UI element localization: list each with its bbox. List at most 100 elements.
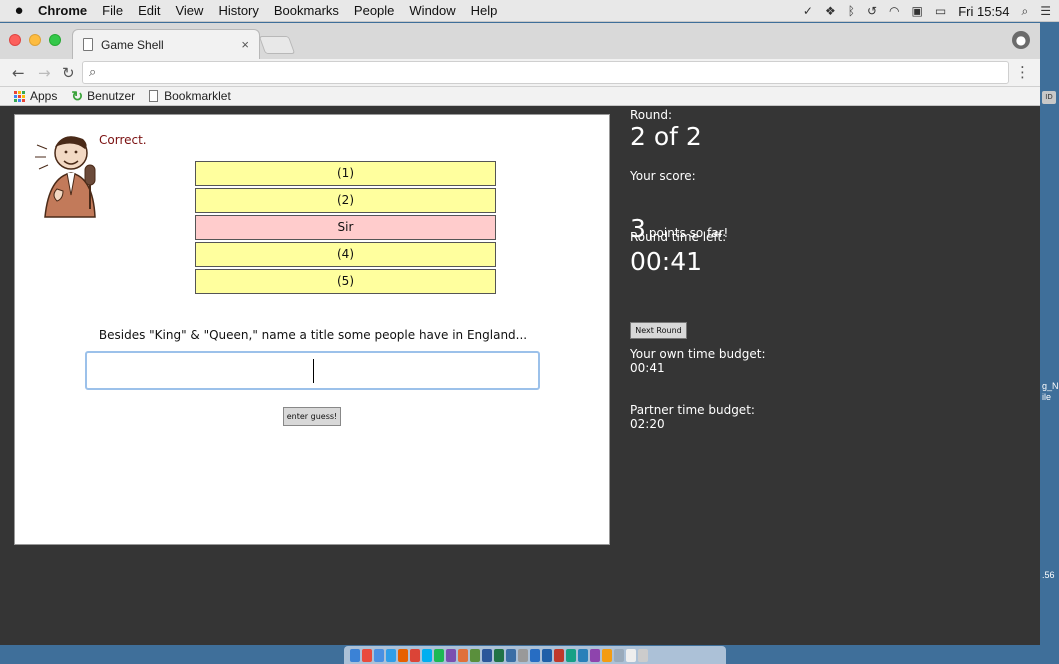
desktop-fragment-text: ile xyxy=(1042,392,1052,402)
menu-people[interactable]: People xyxy=(354,3,394,18)
apple-menu-icon[interactable]: ● xyxy=(0,2,38,19)
mail-icon[interactable] xyxy=(374,648,384,662)
app-icon[interactable] xyxy=(458,648,468,662)
app-icon[interactable] xyxy=(566,648,576,662)
bookmarks-bar: Apps ↻ Benutzer Bookmarklet xyxy=(0,87,1040,106)
battery-icon[interactable]: ▭ xyxy=(935,4,946,18)
forward-arrow-icon[interactable]: → xyxy=(38,64,51,82)
spotlight-search-icon[interactable]: ⌕ xyxy=(1022,4,1029,19)
safari-icon[interactable] xyxy=(386,648,396,662)
app-icon[interactable] xyxy=(518,648,528,662)
enter-guess-button[interactable]: enter guess! xyxy=(283,407,341,426)
menu-bookmarks[interactable]: Bookmarks xyxy=(274,3,339,18)
tab-strip: Game Shell × ● xyxy=(0,23,1040,59)
page-content: Correct. (1) (2) Sir (4) (5) Besides "Ki… xyxy=(0,106,1040,645)
menu-history[interactable]: History xyxy=(218,3,258,18)
mac-menu-bar: ● Chrome File Edit View History Bookmark… xyxy=(0,0,1059,22)
partner-budget-label: Partner time budget: xyxy=(630,403,755,417)
profile-icon[interactable]: ● xyxy=(1012,31,1030,49)
next-round-button[interactable]: Next Round xyxy=(630,322,687,339)
excel-icon[interactable] xyxy=(494,648,504,662)
trash-icon[interactable] xyxy=(638,648,648,662)
benutzer-icon: ↻ xyxy=(71,87,84,104)
new-tab-button[interactable] xyxy=(258,36,296,54)
checkmark-circle-icon[interactable]: ✓ xyxy=(803,4,813,18)
bluetooth-icon[interactable]: ᛒ xyxy=(848,4,855,18)
firefox-icon[interactable] xyxy=(398,648,408,662)
own-budget-label: Your own time budget: xyxy=(630,347,766,361)
chrome-menu-icon[interactable]: ⋮ xyxy=(1015,63,1030,81)
desktop-fragment-text: .56 xyxy=(1042,570,1055,580)
minimize-window-button[interactable] xyxy=(29,34,41,46)
document-icon[interactable] xyxy=(626,648,636,662)
app-icon[interactable] xyxy=(602,648,612,662)
help-icon[interactable] xyxy=(614,648,624,662)
time-left-value: 00:41 xyxy=(630,247,703,276)
time-machine-icon[interactable]: ↺ xyxy=(867,4,877,18)
spotify-icon[interactable] xyxy=(434,648,444,662)
app-icon[interactable] xyxy=(446,648,456,662)
round-label: Round: xyxy=(630,108,673,122)
answer-slot-5: (5) xyxy=(195,269,496,294)
bookmark-label: Bookmarklet xyxy=(164,89,231,103)
word-icon[interactable] xyxy=(482,648,492,662)
apps-grid-icon xyxy=(14,90,25,102)
back-arrow-icon[interactable]: ← xyxy=(12,64,25,82)
bookmark-bookmarklet[interactable]: Bookmarklet xyxy=(149,89,231,103)
wifi-icon[interactable]: ◠ xyxy=(889,4,899,18)
page-icon xyxy=(83,38,93,51)
announcer-illustration xyxy=(35,136,96,218)
answer-board: (1) (2) Sir (4) (5) xyxy=(195,161,496,296)
menubar-clock[interactable]: Fri 15:54 xyxy=(958,4,1009,19)
partner-budget-value: 02:20 xyxy=(630,417,665,431)
menu-window[interactable]: Window xyxy=(409,3,455,18)
browser-window: Game Shell × ● ← → ↻ ⌕ ⋮ Apps ↻ Benutzer xyxy=(0,23,1040,645)
dock xyxy=(344,646,726,664)
answer-slot-3: Sir xyxy=(195,215,496,240)
status-area: ✓ ❖ ᛒ ↺ ◠ ▣ ▭ Fri 15:54 ⌕ ☰ xyxy=(803,0,1051,22)
menu-view[interactable]: View xyxy=(175,3,203,18)
own-budget-value: 00:41 xyxy=(630,361,665,375)
app-icon[interactable] xyxy=(542,648,552,662)
r-icon[interactable] xyxy=(530,648,540,662)
menu-file[interactable]: File xyxy=(102,3,123,18)
dropbox-icon[interactable]: ❖ xyxy=(825,4,836,18)
page-icon xyxy=(149,90,159,102)
feedback-message: Correct. xyxy=(99,133,147,147)
tab-close-icon[interactable]: × xyxy=(241,37,249,52)
address-bar[interactable]: ⌕ xyxy=(82,61,1009,84)
reload-icon[interactable]: ↻ xyxy=(62,64,75,82)
app-icon[interactable] xyxy=(470,648,480,662)
app-icon[interactable] xyxy=(506,648,516,662)
tab-game-shell[interactable]: Game Shell × xyxy=(72,29,260,59)
score-label: Your score: xyxy=(630,169,696,183)
app-icon[interactable] xyxy=(554,648,564,662)
app-icon[interactable] xyxy=(590,648,600,662)
menu-app-chrome[interactable]: Chrome xyxy=(38,3,87,18)
desktop-fragment-badge: ID xyxy=(1042,91,1056,104)
finder-icon[interactable] xyxy=(350,648,360,662)
browser-toolbar: ← → ↻ ⌕ ⋮ xyxy=(0,59,1040,87)
zoom-window-button[interactable] xyxy=(49,34,61,46)
text-caret xyxy=(313,359,314,383)
search-icon: ⌕ xyxy=(89,65,97,80)
menu-edit[interactable]: Edit xyxy=(138,3,160,18)
calendar-icon[interactable] xyxy=(362,648,372,662)
round-value: 2 of 2 xyxy=(630,122,702,151)
skype-icon[interactable] xyxy=(422,648,432,662)
guess-input[interactable] xyxy=(85,351,540,390)
bookmark-label: Apps xyxy=(30,89,58,103)
bookmark-label: Benutzer xyxy=(87,89,136,103)
tab-title: Game Shell xyxy=(101,37,164,52)
answer-slot-1: (1) xyxy=(195,161,496,186)
close-window-button[interactable] xyxy=(9,34,21,46)
app-icon[interactable] xyxy=(578,648,588,662)
chrome-icon[interactable] xyxy=(410,648,420,662)
time-left-label: Round time left: xyxy=(630,230,727,244)
game-panel: Correct. (1) (2) Sir (4) (5) Besides "Ki… xyxy=(14,114,610,545)
display-icon[interactable]: ▣ xyxy=(912,4,923,18)
menu-help[interactable]: Help xyxy=(471,3,498,18)
bookmark-benutzer[interactable]: ↻ Benutzer xyxy=(71,88,135,105)
bookmark-apps[interactable]: Apps xyxy=(14,89,57,103)
notification-center-icon[interactable]: ☰ xyxy=(1040,4,1051,18)
